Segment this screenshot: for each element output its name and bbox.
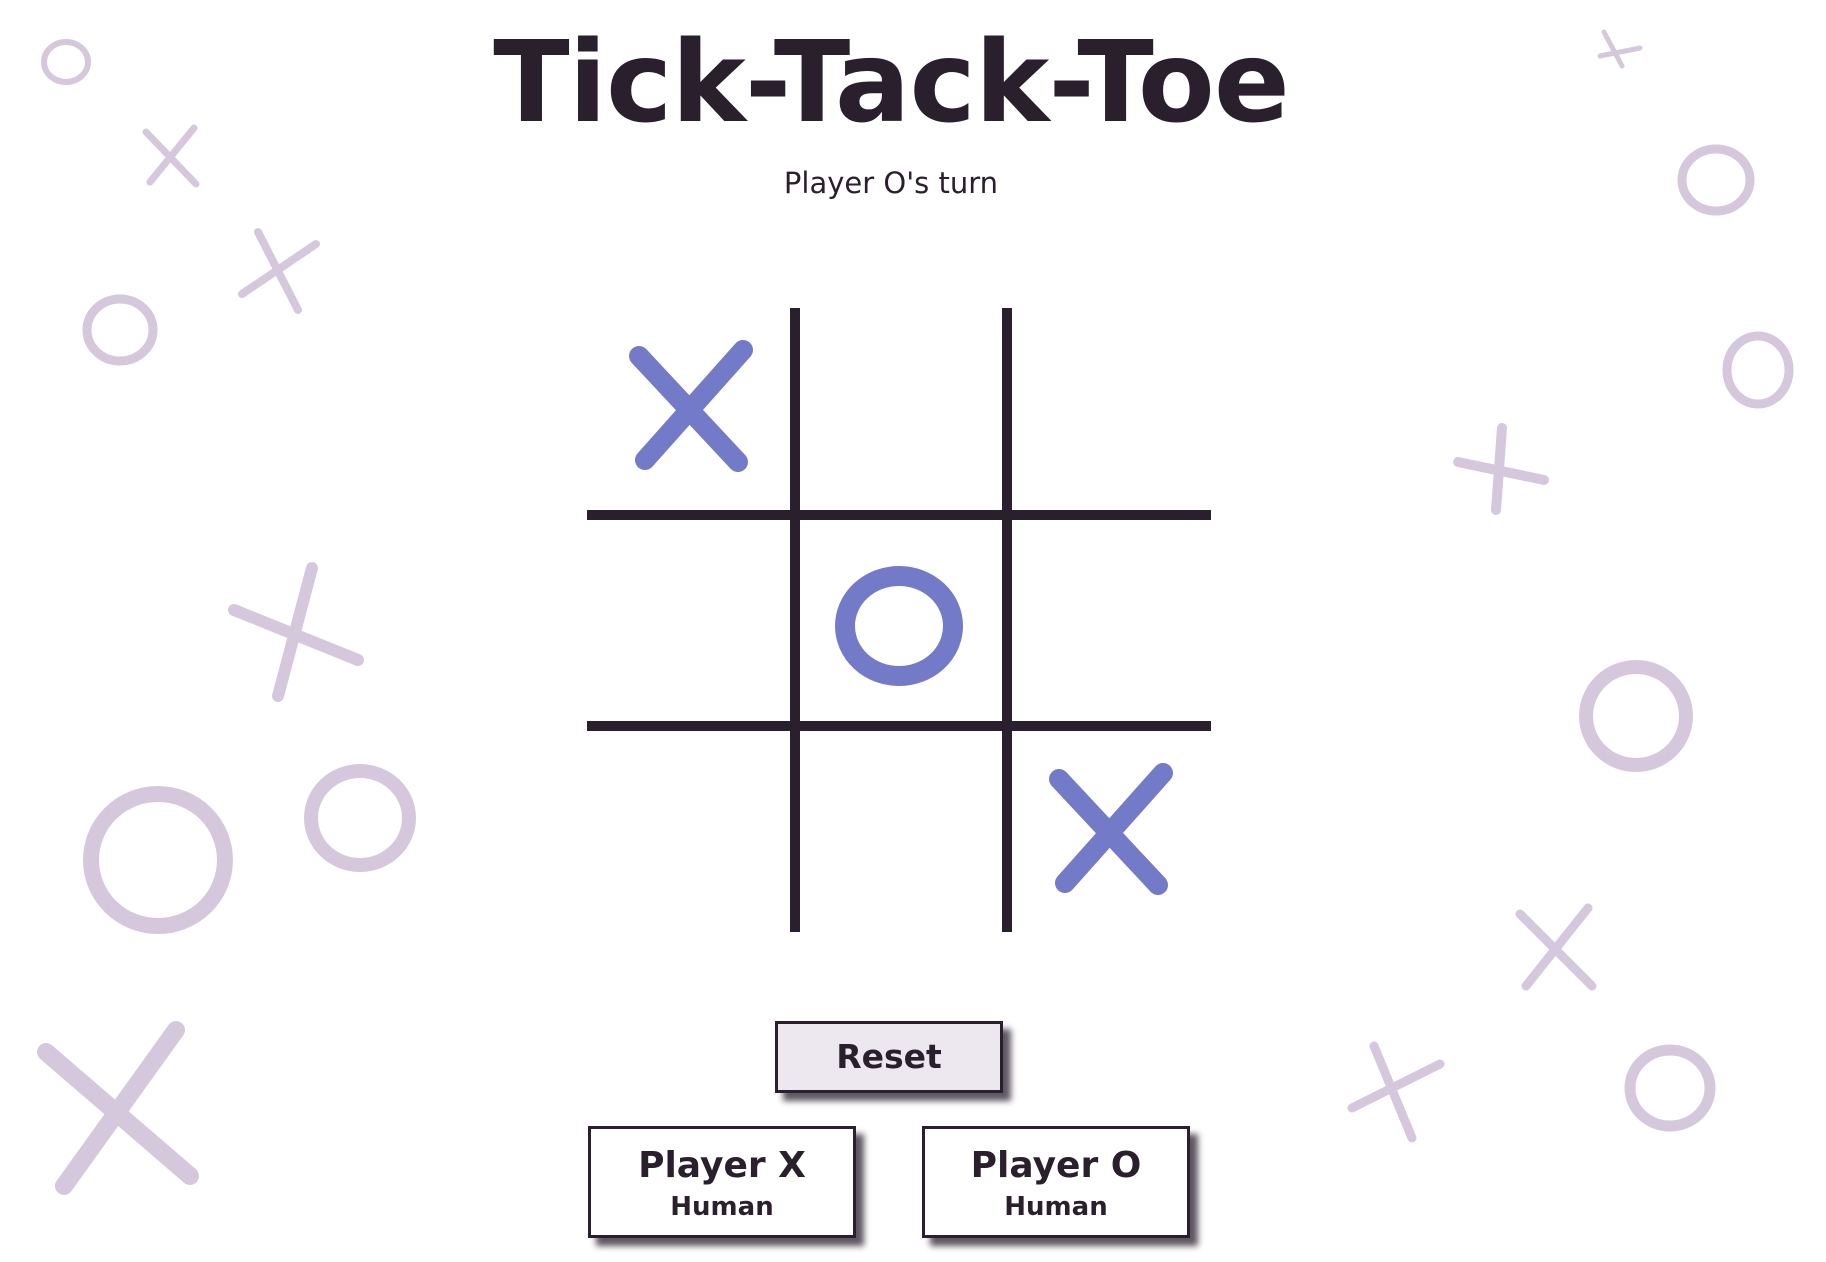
decor-x-icon — [228, 562, 364, 702]
decor-o-icon — [83, 786, 233, 934]
board-cell[interactable] — [1007, 308, 1215, 516]
decor-o-icon — [1722, 331, 1794, 409]
decor-x-icon — [1515, 903, 1597, 991]
decor-x-icon — [1347, 1041, 1445, 1143]
decor-x-icon — [238, 228, 320, 314]
player-o-type: Human — [1004, 1192, 1108, 1222]
decor-x-icon — [37, 1021, 199, 1195]
decor-x-icon — [1453, 423, 1549, 515]
board-cell[interactable] — [1007, 731, 1215, 939]
x-mark-icon — [629, 340, 753, 472]
decor-o-icon — [82, 294, 158, 366]
player-x-button[interactable]: Player X Human — [588, 1126, 856, 1238]
player-o-button[interactable]: Player O Human — [922, 1126, 1190, 1238]
o-mark-icon — [835, 566, 963, 686]
x-mark-icon — [1049, 763, 1173, 895]
decor-o-icon — [304, 764, 416, 872]
board-cell[interactable] — [795, 520, 1003, 728]
game-board — [587, 308, 1211, 932]
reset-button[interactable]: Reset — [775, 1021, 1003, 1093]
decor-o-icon — [1624, 1044, 1716, 1132]
player-o-name: Player O — [970, 1145, 1142, 1186]
board-cell[interactable] — [587, 731, 795, 939]
board-cell[interactable] — [1007, 520, 1215, 728]
game-title: Tick-Tack-Toe — [493, 18, 1290, 148]
player-x-name: Player X — [638, 1145, 806, 1186]
decor-o-icon — [1579, 660, 1693, 772]
turn-status: Player O's turn — [783, 166, 999, 200]
board-cell[interactable] — [587, 520, 795, 728]
board-cell[interactable] — [795, 308, 1003, 516]
player-x-type: Human — [670, 1192, 774, 1222]
board-cell[interactable] — [795, 731, 1003, 939]
board-cell[interactable] — [587, 308, 795, 516]
